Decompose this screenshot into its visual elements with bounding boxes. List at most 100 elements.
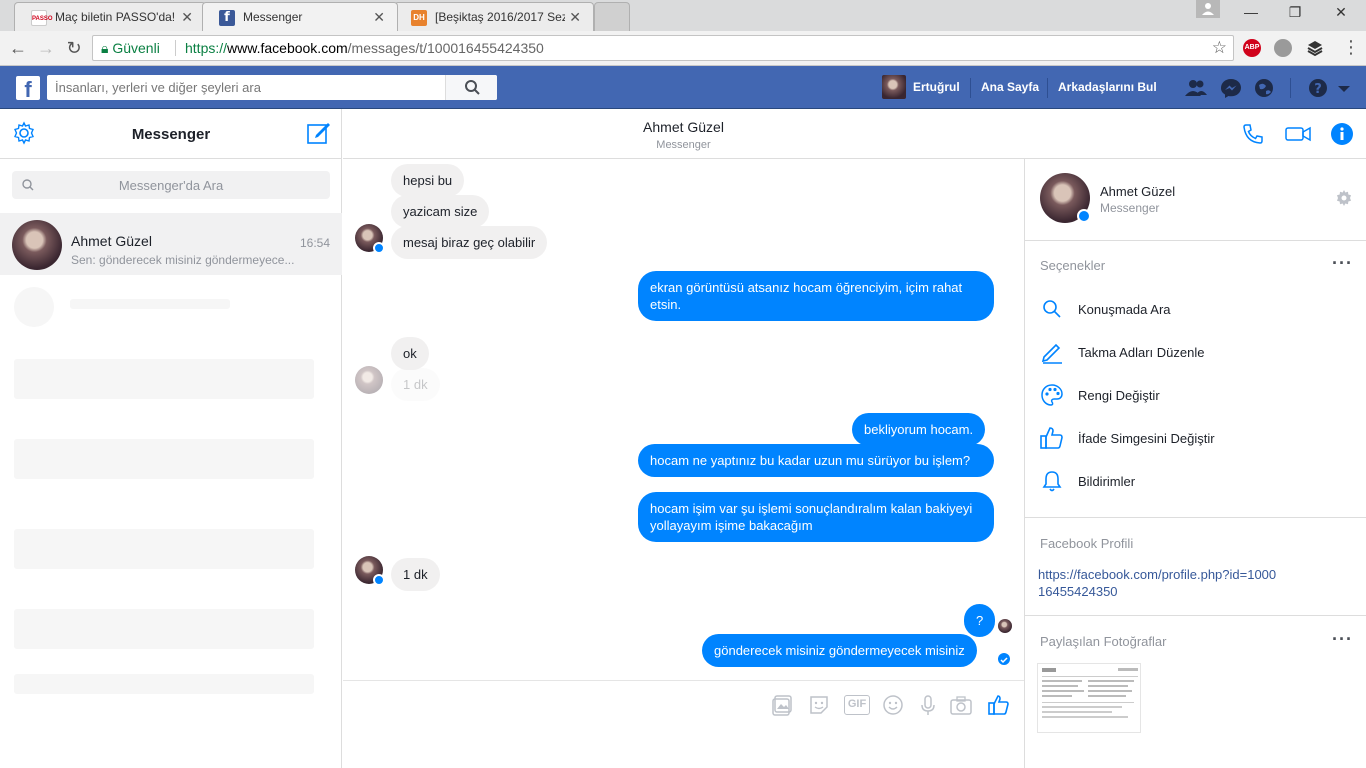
pencil-icon: [1041, 343, 1062, 364]
more-photos-options-icon[interactable]: ···: [1332, 629, 1353, 650]
profile-name[interactable]: Ahmet Güzel: [1100, 184, 1175, 199]
close-window-icon[interactable]: ✕: [1326, 4, 1356, 24]
option-change-color[interactable]: Rengi Değiştir: [1040, 383, 1360, 413]
conversation-details-panel: Ahmet Güzel Messenger Seçenekler ··· Kon…: [1024, 159, 1366, 768]
facebook-profile-link[interactable]: https://facebook.com/profile.php?id=1000…: [1038, 566, 1278, 600]
url-text: https://www.facebook.com/messages/t/1000…: [185, 40, 544, 56]
messenger-title: Messenger: [131, 126, 211, 143]
camera-icon[interactable]: [949, 693, 973, 717]
facebook-search-input[interactable]: [47, 75, 447, 100]
passo-favicon-icon: PASSO: [31, 10, 53, 26]
blurred-avatar: [14, 287, 54, 327]
message-bubble-outgoing[interactable]: hocam işim var şu işlemi sonuçlandıralım…: [638, 492, 994, 542]
messenger-badge-icon: [1077, 209, 1091, 223]
document-screenshot-icon: [1042, 668, 1138, 718]
thread-name[interactable]: Ahmet Güzel: [343, 119, 1024, 135]
adblock-extension-icon[interactable]: ABP: [1243, 39, 1261, 57]
new-message-compose-icon[interactable]: [306, 120, 332, 146]
delivered-check-icon: [998, 653, 1010, 665]
emoji-icon[interactable]: [881, 693, 905, 717]
shared-photos-section: Paylaşılan Fotoğraflar ···: [1025, 616, 1366, 768]
new-tab-button[interactable]: [594, 2, 630, 31]
message-bubble-incoming[interactable]: mesaj biraz geç olabilir: [391, 226, 548, 259]
message-bubble-incoming[interactable]: yazicam size: [391, 195, 490, 228]
facebook-profile-section: Facebook Profili https://facebook.com/pr…: [1025, 518, 1366, 616]
reload-icon[interactable]: ↻: [62, 37, 86, 59]
extension-icon[interactable]: [1274, 39, 1292, 57]
message-bubble-incoming[interactable]: ok: [391, 337, 429, 370]
profile-settings-gear-icon[interactable]: [1335, 189, 1353, 207]
like-thumbs-up-icon[interactable]: [987, 693, 1011, 717]
globe-notifications-icon[interactable]: [1254, 78, 1276, 98]
browser-tab-passo[interactable]: PASSO Maç biletin PASSO'da! ✕: [14, 2, 206, 31]
search-icon: [1043, 300, 1061, 318]
back-icon[interactable]: ←: [6, 37, 30, 59]
message-bubble-outgoing[interactable]: ?: [964, 604, 996, 637]
message-bubble-incoming[interactable]: hepsi bu: [391, 164, 465, 197]
browser-menu-icon[interactable]: ⋮: [1342, 37, 1360, 58]
conversation-list-panel: Messenger Messenger'da Ara Ahmet Güzel 1…: [0, 109, 342, 768]
friend-requests-icon[interactable]: [1184, 78, 1207, 98]
browser-tab-dh[interactable]: DH [Beşiktaş 2016/2017 Sez ✕: [394, 2, 594, 31]
search-icon: [465, 80, 480, 95]
message-bubble-outgoing[interactable]: bekliyorum hocam.: [852, 413, 986, 446]
more-options-icon[interactable]: ···: [1332, 253, 1353, 274]
help-icon[interactable]: ?: [1308, 78, 1330, 98]
message-bubble-outgoing[interactable]: gönderecek misiniz göndermeyecek misiniz: [702, 634, 977, 667]
messenger-search-input[interactable]: Messenger'da Ara: [12, 171, 330, 199]
gif-icon[interactable]: GIF: [843, 693, 871, 717]
blurred-row: [14, 674, 314, 694]
bell-icon: [1042, 471, 1062, 492]
secure-indicator[interactable]: 🔒︎ Güvenli: [101, 40, 160, 57]
facebook-search-button[interactable]: [445, 75, 497, 100]
microphone-icon[interactable]: [916, 693, 940, 717]
address-bar[interactable]: 🔒︎ Güvenli https://www.facebook.com/mess…: [92, 35, 1234, 61]
layers-extension-icon[interactable]: [1306, 39, 1324, 57]
voice-call-phone-icon[interactable]: [1241, 122, 1265, 146]
conversation-info-icon[interactable]: [1330, 122, 1354, 146]
option-notifications[interactable]: Bildirimler: [1040, 469, 1360, 499]
browser-tab-messenger[interactable]: f Messenger ✕: [202, 2, 398, 31]
profile-section: Ahmet Güzel Messenger: [1025, 159, 1366, 241]
close-tab-icon[interactable]: ✕: [181, 9, 193, 26]
account-menu-chevron-down-icon[interactable]: [1336, 78, 1358, 98]
conversation-item-ahmet-guzel[interactable]: Ahmet Güzel 16:54 Sen: gönderecek misini…: [0, 213, 342, 275]
option-edit-nicknames[interactable]: Takma Adları Düzenle: [1040, 340, 1360, 370]
facebook-logo-icon[interactable]: f: [16, 76, 40, 100]
photo-icon[interactable]: [771, 693, 795, 717]
nav-find-friends[interactable]: Arkadaşlarını Bul: [1058, 80, 1157, 94]
profile-subtitle: Messenger: [1100, 201, 1160, 215]
message-bubble-outgoing[interactable]: ekran görüntüsü atsanız hocam öğrenciyim…: [638, 271, 994, 321]
left-header: Messenger: [0, 109, 342, 159]
facebook-profile-title: Facebook Profili: [1040, 536, 1134, 551]
facebook-top-bar: f Ertuğrul Ana Sayfa Arkadaşlarını Bul ?: [0, 66, 1366, 109]
nav-home[interactable]: Ana Sayfa: [981, 80, 1039, 94]
message-bubble-outgoing[interactable]: hocam ne yaptınız bu kadar uzun mu sürüy…: [638, 444, 994, 477]
search-placeholder: Messenger'da Ara: [118, 178, 224, 193]
blurred-row: [70, 299, 230, 309]
options-section: Seçenekler ··· Konuşmada Ara Takma Adlar…: [1025, 241, 1366, 518]
restore-icon[interactable]: ❐: [1280, 4, 1310, 24]
divider: [970, 78, 971, 98]
user-avatar[interactable]: [882, 75, 906, 99]
close-tab-icon[interactable]: ✕: [569, 9, 581, 26]
message-bubble-incoming[interactable]: 1 dk: [391, 558, 440, 591]
messenger-icon[interactable]: [1220, 78, 1242, 98]
facebook-search: [47, 75, 497, 100]
option-search-in-conversation[interactable]: Konuşmada Ara: [1040, 297, 1360, 327]
nav-user-name[interactable]: Ertuğrul: [913, 80, 960, 94]
divider: [175, 40, 176, 56]
divider: [1290, 78, 1291, 98]
forward-icon[interactable]: →: [34, 37, 58, 59]
minimize-icon[interactable]: —: [1236, 4, 1266, 24]
option-change-emoji[interactable]: İfade Simgesini Değiştir: [1040, 426, 1360, 456]
message-bubble-incoming[interactable]: 1 dk: [391, 368, 440, 401]
close-tab-icon[interactable]: ✕: [373, 9, 385, 26]
option-label: Takma Adları Düzenle: [1078, 345, 1205, 360]
sticker-icon[interactable]: [807, 693, 831, 717]
profile-icon[interactable]: [1196, 0, 1220, 18]
shared-photo-thumbnail[interactable]: [1037, 663, 1141, 733]
bookmark-star-icon[interactable]: ☆: [1212, 38, 1227, 58]
video-call-camera-icon[interactable]: [1284, 122, 1312, 146]
conversation-time: 16:54: [299, 236, 330, 250]
